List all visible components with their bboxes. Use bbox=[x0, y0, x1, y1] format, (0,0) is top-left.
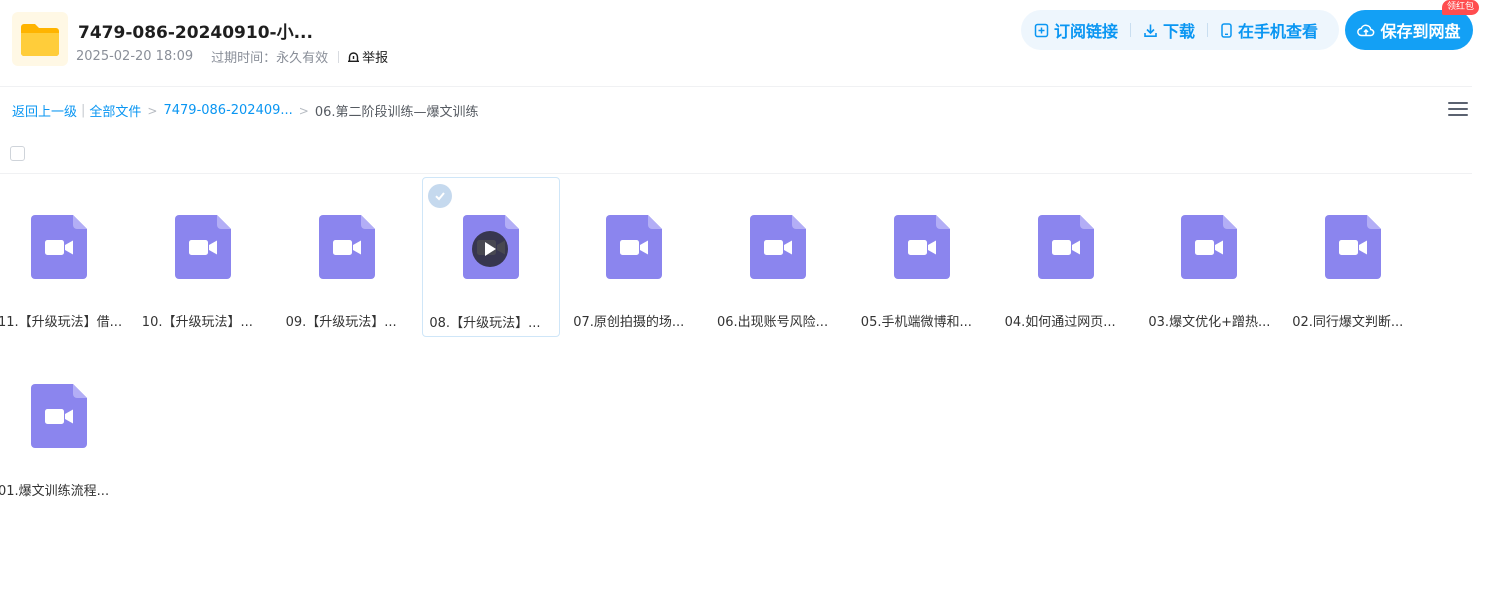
view-on-phone-button[interactable]: 在手机查看 bbox=[1220, 18, 1318, 42]
file-item[interactable]: 09.【升级玩法】... bbox=[285, 177, 426, 337]
video-file-icon bbox=[750, 215, 806, 279]
video-file-icon bbox=[893, 215, 950, 279]
save-label: 保存到网盘 bbox=[1380, 22, 1461, 41]
download-label: 下载 bbox=[1163, 22, 1196, 41]
breadcrumb-all-files[interactable]: 全部文件 bbox=[89, 101, 141, 120]
video-file-icon bbox=[31, 215, 87, 279]
file-name: 06.出现账号风险... bbox=[717, 315, 829, 330]
folder-icon bbox=[21, 24, 59, 56]
subscribe-link-button[interactable]: 订阅链接 bbox=[1034, 18, 1118, 42]
video-file-icon bbox=[1037, 215, 1094, 279]
file-item[interactable]: 01.爆文训练流程... bbox=[0, 346, 138, 506]
file-item[interactable]: 06.出现账号风险... bbox=[717, 177, 857, 337]
file-name: 11.【升级玩法】借... bbox=[0, 315, 123, 330]
video-file-icon bbox=[1325, 215, 1382, 279]
breadcrumb-back[interactable]: 返回上一级 bbox=[12, 101, 77, 120]
video-file-icon bbox=[174, 215, 231, 279]
download-icon bbox=[1144, 24, 1157, 37]
breadcrumb-parent[interactable]: 7479-086-202409... bbox=[163, 103, 292, 118]
list-divider bbox=[0, 173, 1472, 174]
file-name: 08.【升级玩法】... bbox=[429, 316, 541, 331]
expire-text: 过期时间：永久有效 bbox=[211, 51, 329, 66]
file-item[interactable]: 03.爆文优化+蹭热... bbox=[1148, 177, 1288, 337]
breadcrumb-separator: | bbox=[81, 103, 86, 118]
report-link[interactable]: 举报 bbox=[347, 47, 388, 66]
file-item[interactable]: 07.原创拍摄的场... bbox=[573, 177, 713, 337]
breadcrumb: 返回上一级 | 全部文件 > 7479-086-202409... > 06.第… bbox=[12, 101, 479, 120]
file-item[interactable]: 08.【升级玩法】... bbox=[422, 177, 561, 337]
save-to-drive-button[interactable]: 保存到网盘 bbox=[1345, 10, 1473, 50]
share-header: 7479-086-20240910-小... 2025-02-20 18:09 … bbox=[0, 0, 1499, 86]
video-file-icon bbox=[606, 215, 663, 279]
file-item[interactable]: 11.【升级玩法】借... bbox=[0, 177, 138, 337]
header-divider bbox=[0, 86, 1472, 87]
file-item[interactable]: 04.如何通过网页... bbox=[1004, 177, 1145, 337]
subscribe-icon bbox=[1034, 23, 1049, 37]
file-name: 01.爆文训练流程... bbox=[0, 484, 110, 499]
video-file-icon bbox=[1181, 215, 1238, 279]
share-meta: 2025-02-20 18:09 过期时间：永久有效 举报 bbox=[76, 47, 388, 66]
phone-icon bbox=[1221, 22, 1232, 38]
red-packet-badge[interactable]: 领红包 bbox=[1442, 0, 1480, 15]
share-date: 2025-02-20 18:09 bbox=[76, 49, 194, 64]
file-name: 07.原创拍摄的场... bbox=[573, 315, 685, 330]
file-name: 03.爆文优化+蹭热... bbox=[1148, 315, 1271, 330]
breadcrumb-arrow-icon: > bbox=[147, 103, 158, 118]
breadcrumb-arrow-icon: > bbox=[298, 103, 309, 118]
file-item[interactable]: 02.同行爆文判断... bbox=[1292, 177, 1432, 337]
select-all-checkbox[interactable] bbox=[10, 146, 25, 161]
report-label: 举报 bbox=[362, 51, 389, 66]
video-file-icon bbox=[318, 215, 375, 279]
view-menu-icon[interactable] bbox=[1448, 100, 1468, 118]
breadcrumb-current: 06.第二阶段训练—爆文训练 bbox=[314, 105, 479, 120]
action-divider bbox=[1207, 23, 1209, 37]
file-item[interactable]: 10.【升级玩法】... bbox=[141, 177, 282, 337]
file-name: 09.【升级玩法】... bbox=[285, 315, 397, 330]
view-on-phone-label: 在手机查看 bbox=[1238, 22, 1319, 41]
subscribe-label: 订阅链接 bbox=[1054, 22, 1119, 41]
meta-divider bbox=[338, 50, 340, 63]
action-group: 订阅链接 下载 在手机查看 bbox=[1021, 10, 1339, 50]
file-name: 04.如何通过网页... bbox=[1004, 315, 1116, 330]
share-title: 7479-086-20240910-小... bbox=[78, 23, 313, 43]
video-file-icon bbox=[31, 384, 87, 448]
action-divider bbox=[1130, 23, 1132, 37]
report-icon bbox=[348, 52, 360, 63]
file-name: 10.【升级玩法】... bbox=[141, 315, 253, 330]
folder-thumbnail bbox=[12, 12, 68, 66]
cloud-save-icon bbox=[1357, 24, 1375, 36]
file-name: 02.同行爆文判断... bbox=[1292, 315, 1404, 330]
selected-check-icon[interactable] bbox=[428, 184, 453, 208]
file-name: 05.手机端微博和... bbox=[860, 315, 972, 330]
download-button[interactable]: 下载 bbox=[1143, 18, 1195, 42]
file-item[interactable]: 05.手机端微博和... bbox=[860, 177, 1001, 337]
